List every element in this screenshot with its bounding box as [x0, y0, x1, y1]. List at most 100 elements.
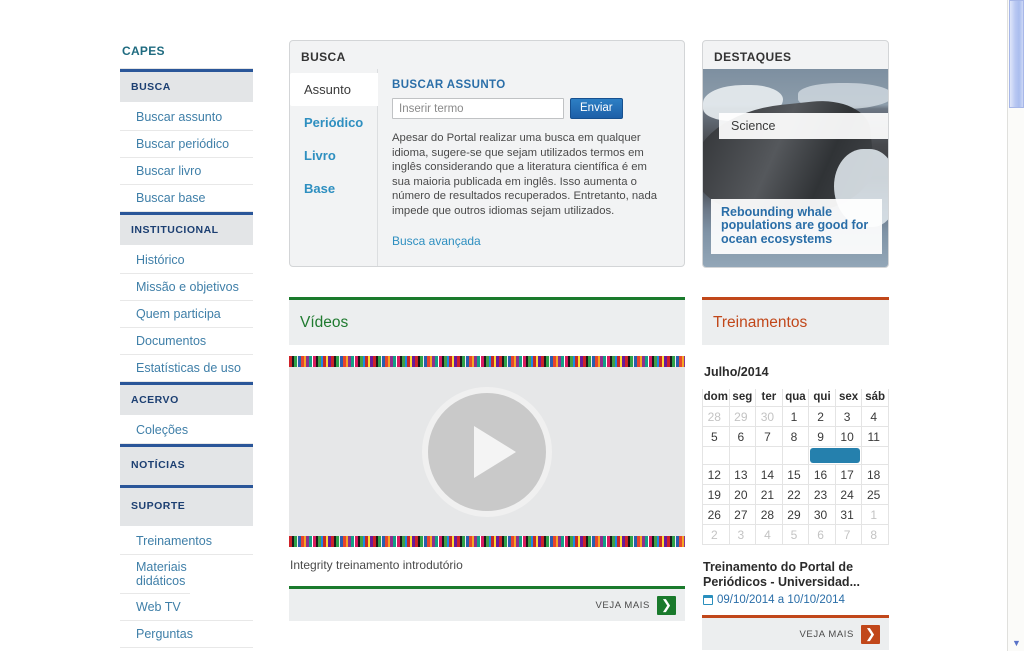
calendar-day[interactable]: 3 — [728, 524, 757, 545]
calendar-week-row: 5 6 7 8 9 10 11 — [702, 426, 889, 447]
scrollbar-thumb[interactable] — [1009, 0, 1024, 108]
treinamentos-panel-title: Treinamentos — [702, 297, 889, 345]
sidebar-group-head-suporte: SUPORTE — [120, 485, 253, 526]
calendar-day[interactable]: 28 — [702, 406, 730, 427]
calendar-day[interactable]: 3 — [834, 406, 863, 427]
sidebar-item-buscar-base[interactable]: Buscar base — [120, 185, 253, 212]
busca-help-text: Apesar do Portal realizar uma busca em q… — [392, 132, 658, 217]
sidebar-group-head-busca: BUSCA — [120, 69, 253, 102]
calendar-icon — [703, 595, 713, 605]
calendar-day[interactable]: 13 — [728, 464, 757, 485]
calendar-day[interactable]: 30 — [755, 406, 783, 427]
calendar-day[interactable]: 12 — [702, 464, 730, 485]
calendar-event-bar-cell[interactable] — [808, 446, 863, 465]
busca-search-row: Enviar — [392, 98, 670, 119]
busca-tab-assunto[interactable]: Assunto — [290, 73, 378, 106]
calendar-day[interactable]: 1 — [861, 504, 889, 525]
destaques-panel: DESTAQUES Science Rebounding whale popul… — [702, 40, 889, 268]
calendar-day[interactable]: 25 — [861, 484, 889, 505]
calendar-week-row: 28 29 30 1 2 3 4 — [702, 406, 889, 427]
calendar-day[interactable]: 7 — [755, 426, 783, 447]
calendar-day[interactable]: 23 — [808, 484, 836, 505]
calendar-day[interactable]: 4 — [755, 524, 783, 545]
chevron-right-icon[interactable]: ❯ — [657, 595, 676, 615]
sidebar-item-buscar-periodico[interactable]: Buscar periódico — [120, 131, 253, 158]
calendar-day[interactable]: 29 — [781, 504, 810, 525]
sidebar-group-head-noticias[interactable]: NOTÍCIAS — [120, 444, 253, 485]
calendar-day[interactable]: 31 — [834, 504, 863, 525]
calendar-day[interactable]: 24 — [834, 484, 863, 505]
calendar-weekday-qua: qua — [781, 389, 810, 407]
calendar-day[interactable]: 18 — [861, 464, 889, 485]
calendar-day[interactable]: 17 — [834, 464, 863, 485]
sidebar-item-web-tv[interactable]: Web TV — [120, 594, 253, 621]
calendar-day[interactable]: 21 — [755, 484, 783, 505]
vertical-scrollbar[interactable]: ▼ — [1007, 0, 1024, 651]
video-player[interactable] — [289, 356, 685, 547]
sidebar-item-buscar-assunto[interactable]: Buscar assunto — [120, 102, 253, 131]
training-event-title[interactable]: Treinamento do Portal de Periódicos - Un… — [702, 545, 889, 590]
sidebar-item-colecoes[interactable]: Coleções — [120, 415, 253, 444]
calendar-day[interactable]: 7 — [834, 524, 863, 545]
sidebar-item-treinamentos[interactable]: Treinamentos — [120, 526, 253, 555]
calendar-day[interactable]: 4 — [861, 406, 889, 427]
sidebar: CAPES BUSCA Buscar assunto Buscar periód… — [120, 38, 253, 648]
treinamentos-footer: VEJA MAIS ❯ — [702, 615, 889, 650]
calendar-day[interactable]: 19 — [702, 484, 730, 505]
sidebar-item-missao-e-objetivos[interactable]: Missão e objetivos — [120, 274, 253, 301]
calendar-event-cell-empty — [702, 446, 730, 465]
calendar-day[interactable]: 15 — [781, 464, 810, 485]
destaques-photo[interactable]: Science Rebounding whale populations are… — [703, 69, 888, 267]
play-button-wrap[interactable] — [289, 356, 685, 547]
busca-tab-periodico[interactable]: Periódico — [290, 106, 377, 139]
calendar-day[interactable]: 26 — [702, 504, 730, 525]
calendar-day[interactable]: 1 — [781, 406, 810, 427]
destaques-panel-title: DESTAQUES — [714, 50, 792, 64]
advanced-search-link[interactable]: Busca avançada — [392, 234, 481, 248]
calendar-day[interactable]: 30 — [808, 504, 836, 525]
calendar-day[interactable]: 2 — [702, 524, 730, 545]
calendar-day[interactable]: 22 — [781, 484, 810, 505]
sidebar-item-estatisticas-de-uso[interactable]: Estatísticas de uso — [120, 355, 253, 382]
search-input[interactable] — [392, 98, 564, 119]
calendar-day[interactable]: 29 — [728, 406, 757, 427]
sidebar-item-perguntas[interactable]: Perguntas — [120, 621, 253, 648]
calendar-day[interactable]: 9 — [808, 426, 836, 447]
videos-panel: Vídeos Integrity treinamento introdutóri… — [289, 297, 685, 651]
calendar-day[interactable]: 5 — [702, 426, 730, 447]
calendar-day[interactable]: 2 — [808, 406, 836, 427]
sidebar-item-materiais-didaticos[interactable]: Materiais didáticos — [120, 555, 190, 594]
chevron-down-icon[interactable]: ▼ — [1009, 634, 1024, 651]
calendar-event-row — [702, 446, 889, 465]
chevron-right-icon[interactable]: ❯ — [861, 624, 880, 644]
busca-tab-livro[interactable]: Livro — [290, 139, 377, 172]
calendar-day[interactable]: 6 — [728, 426, 757, 447]
calendar-weekday-sab: sáb — [861, 389, 889, 407]
play-button[interactable] — [422, 386, 552, 517]
training-event-date-row: 09/10/2014 a 10/10/2014 — [702, 590, 889, 606]
calendar-day[interactable]: 6 — [808, 524, 836, 545]
calendar-day[interactable]: 28 — [755, 504, 783, 525]
play-triangle-icon — [474, 425, 516, 478]
calendar-weekday-sex: sex — [834, 389, 863, 407]
sidebar-item-documentos[interactable]: Documentos — [120, 328, 253, 355]
busca-panel-title: BUSCA — [301, 50, 346, 64]
sidebar-group-institucional: INSTITUCIONAL Histórico Missão e objetiv… — [120, 212, 253, 382]
calendar-event-bar[interactable] — [810, 448, 861, 463]
destaques-headline[interactable]: Rebounding whale populations are good fo… — [711, 198, 882, 254]
sidebar-item-buscar-livro[interactable]: Buscar livro — [120, 158, 253, 185]
destaques-category: Science — [719, 113, 888, 139]
sidebar-item-historico[interactable]: Histórico — [120, 245, 253, 274]
calendar-day[interactable]: 10 — [834, 426, 863, 447]
calendar-day[interactable]: 5 — [781, 524, 810, 545]
busca-tab-base[interactable]: Base — [290, 172, 377, 205]
calendar-day[interactable]: 8 — [781, 426, 810, 447]
calendar-day[interactable]: 20 — [728, 484, 757, 505]
submit-button[interactable]: Enviar — [570, 98, 623, 119]
calendar-day[interactable]: 14 — [755, 464, 783, 485]
calendar-day[interactable]: 8 — [861, 524, 889, 545]
calendar-day[interactable]: 16 — [808, 464, 836, 485]
calendar-day[interactable]: 11 — [861, 426, 889, 447]
calendar-day[interactable]: 27 — [728, 504, 757, 525]
sidebar-item-quem-participa[interactable]: Quem participa — [120, 301, 253, 328]
